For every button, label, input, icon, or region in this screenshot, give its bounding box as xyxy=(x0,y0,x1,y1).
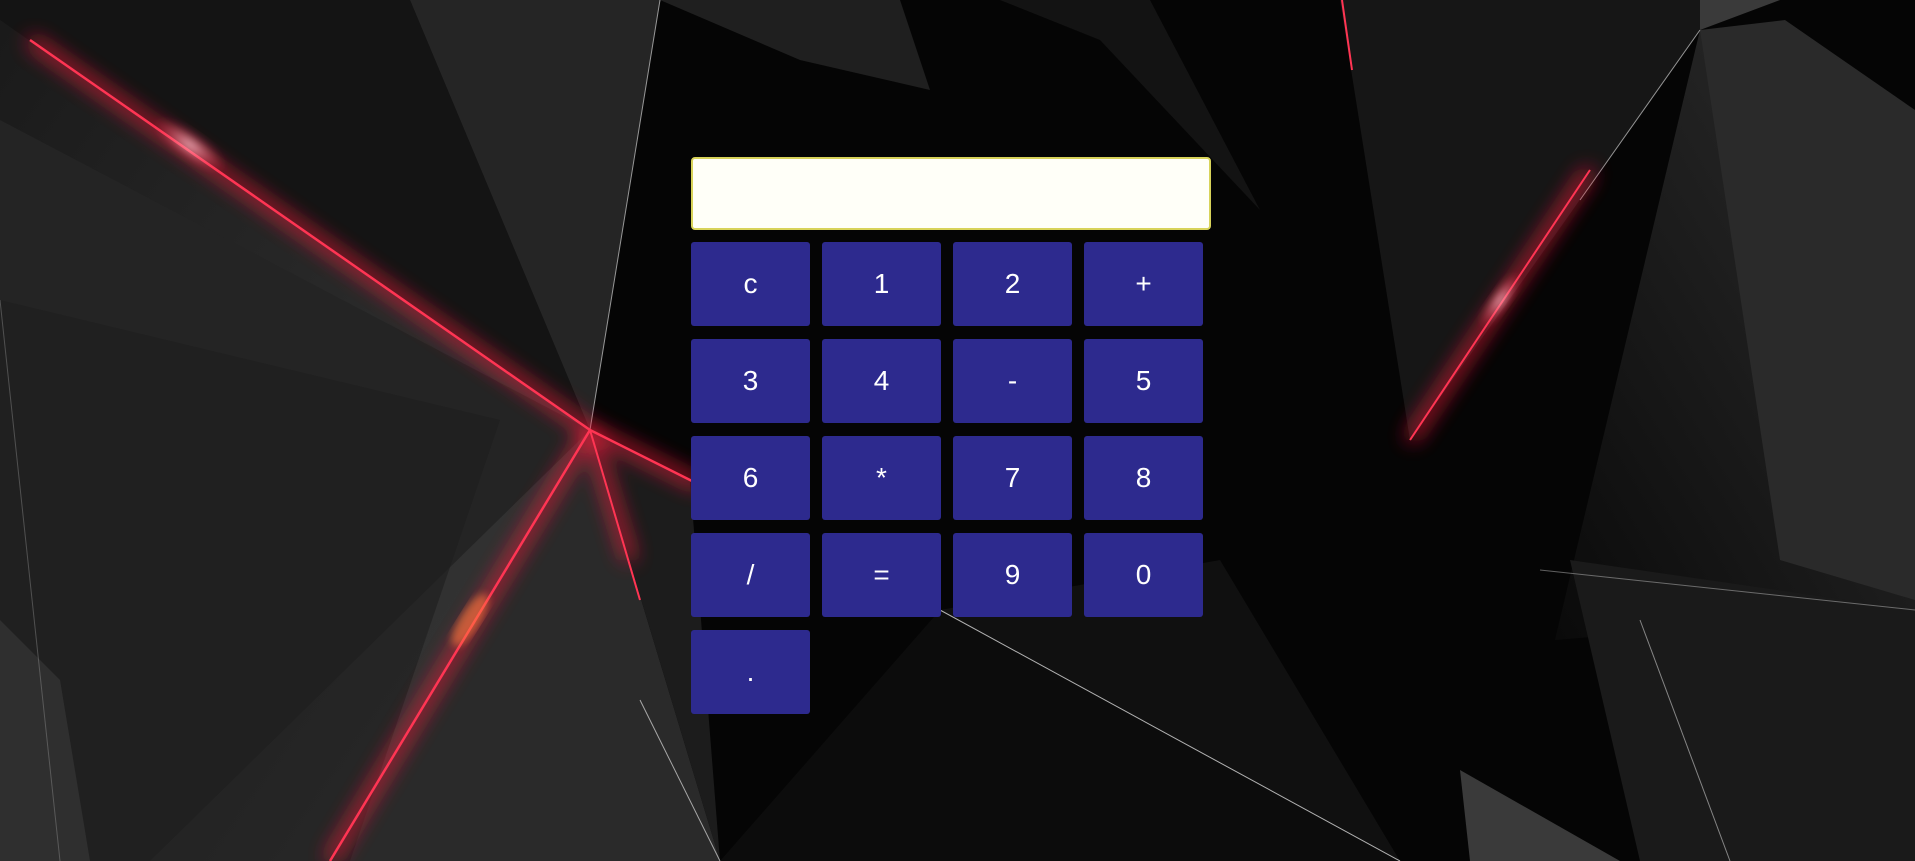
key-minus[interactable]: - xyxy=(953,339,1072,423)
key-4[interactable]: 4 xyxy=(822,339,941,423)
key-5[interactable]: 5 xyxy=(1084,339,1203,423)
key-0[interactable]: 0 xyxy=(1084,533,1203,617)
key-plus[interactable]: + xyxy=(1084,242,1203,326)
key-8[interactable]: 8 xyxy=(1084,436,1203,520)
calculator-display[interactable] xyxy=(691,157,1211,230)
key-3[interactable]: 3 xyxy=(691,339,810,423)
key-multiply[interactable]: * xyxy=(822,436,941,520)
key-7[interactable]: 7 xyxy=(953,436,1072,520)
key-1[interactable]: 1 xyxy=(822,242,941,326)
key-divide[interactable]: / xyxy=(691,533,810,617)
calculator: c 1 2 + 3 4 - 5 6 * 7 8 / = 9 0 . xyxy=(691,157,1211,714)
key-decimal[interactable]: . xyxy=(691,630,810,714)
key-clear[interactable]: c xyxy=(691,242,810,326)
key-6[interactable]: 6 xyxy=(691,436,810,520)
keypad: c 1 2 + 3 4 - 5 6 * 7 8 / = 9 0 . xyxy=(691,242,1211,714)
key-9[interactable]: 9 xyxy=(953,533,1072,617)
app-window: c 1 2 + 3 4 - 5 6 * 7 8 / = 9 0 . xyxy=(0,0,1915,861)
key-2[interactable]: 2 xyxy=(953,242,1072,326)
key-equals[interactable]: = xyxy=(822,533,941,617)
